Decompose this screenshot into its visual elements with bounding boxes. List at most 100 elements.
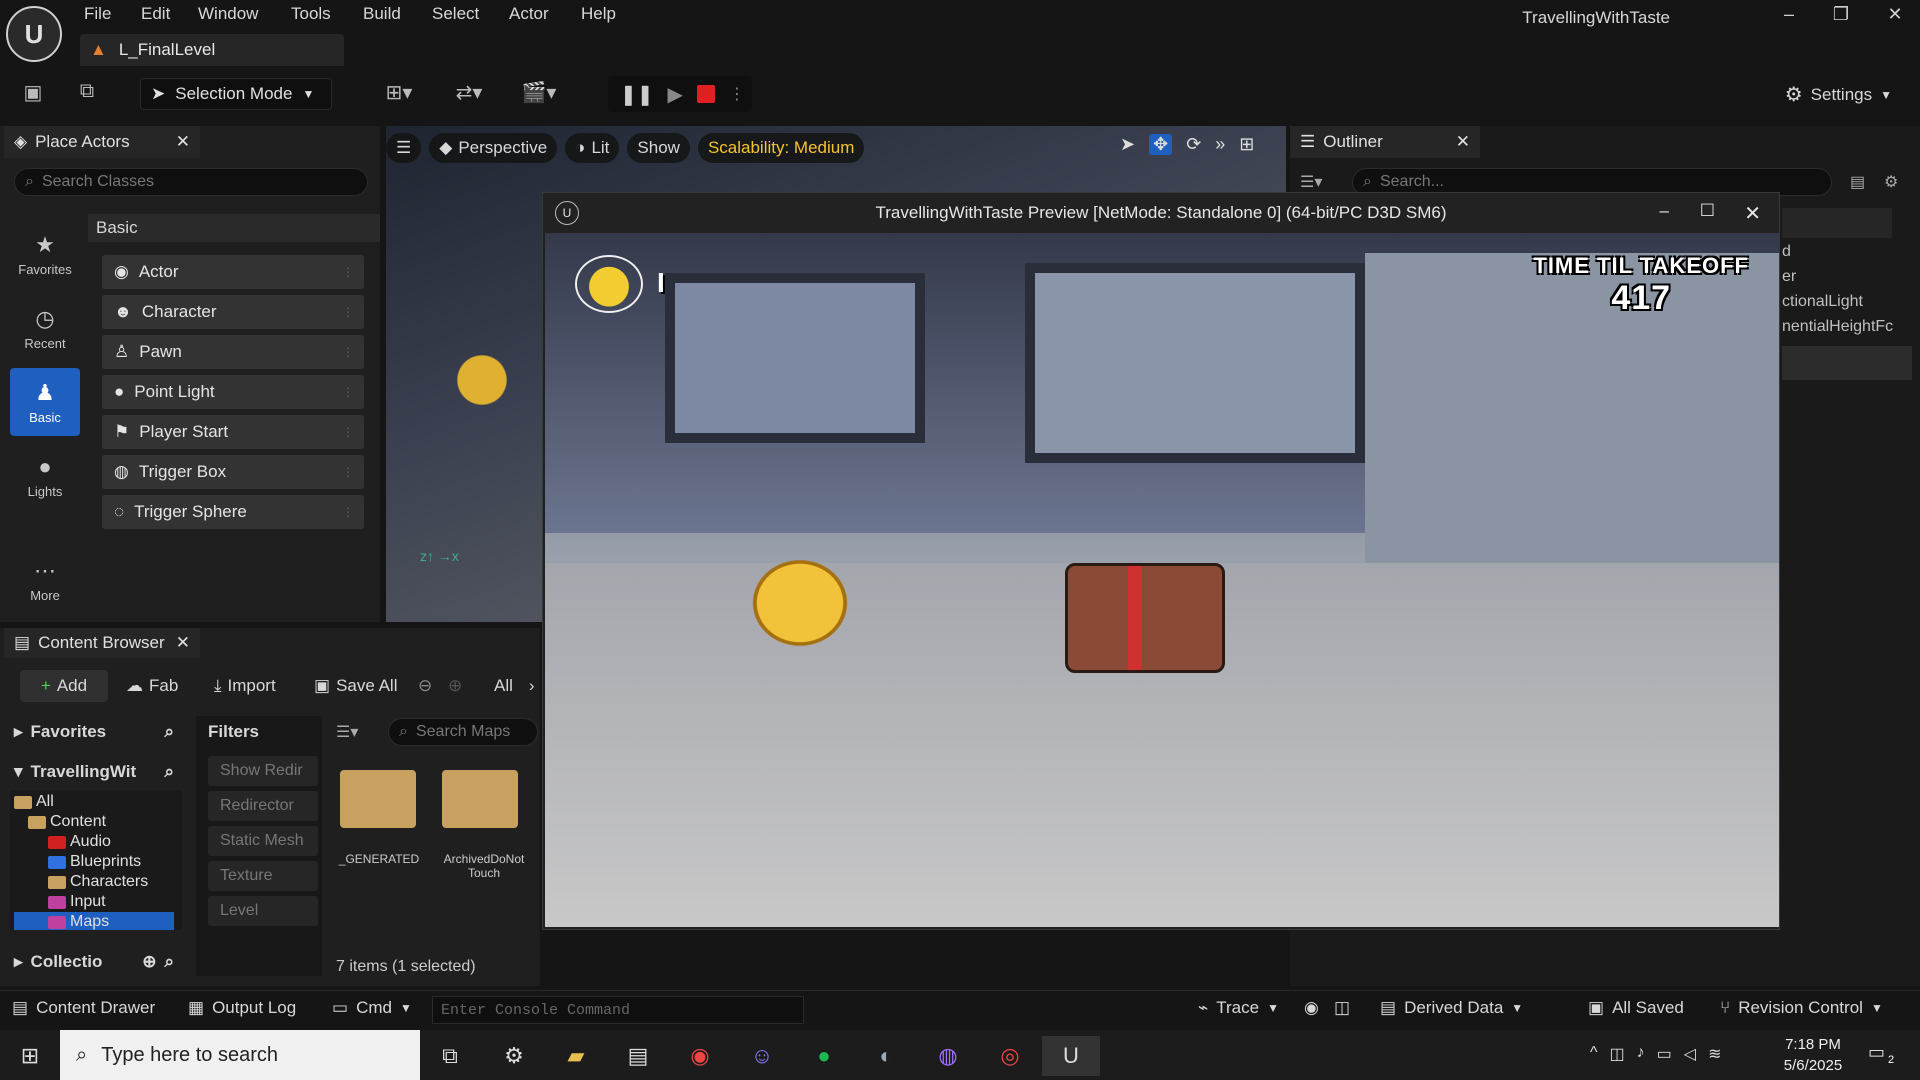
- fab-button[interactable]: ☁ Fab: [126, 670, 178, 702]
- select-tool-icon[interactable]: ➤: [1120, 134, 1135, 155]
- menu-select[interactable]: Select: [432, 4, 479, 24]
- derived-data-dropdown[interactable]: ▤ Derived Data ▼: [1380, 998, 1523, 1018]
- tree-item-blueprints[interactable]: Blueprints: [48, 852, 182, 872]
- tree-item-maps[interactable]: Maps: [14, 912, 174, 930]
- menu-edit[interactable]: Edit: [141, 4, 170, 24]
- add-folder-icon[interactable]: ▤: [1850, 172, 1865, 192]
- search-icon[interactable]: ⌕: [164, 722, 174, 742]
- steam-icon[interactable]: ◐: [860, 1036, 912, 1076]
- filter-item[interactable]: Show Redir: [208, 756, 318, 786]
- search-icon[interactable]: ⌕: [164, 762, 174, 782]
- tree-item-characters[interactable]: Characters: [48, 872, 182, 892]
- filter-item[interactable]: Redirector: [208, 791, 318, 821]
- import-button[interactable]: ⤓ Import: [214, 670, 276, 702]
- screenshot-icon[interactable]: ◫: [1334, 998, 1350, 1018]
- perspective-button[interactable]: ◆ Perspective: [429, 133, 558, 163]
- collections-section[interactable]: ▸ Collectio ⊕ ⌕: [14, 952, 174, 972]
- github-icon[interactable]: ◍: [922, 1036, 974, 1076]
- search-classes-input[interactable]: ⌕ Search Classes: [14, 168, 368, 196]
- place-actors-tab[interactable]: ◈ Place Actors ✕: [4, 126, 200, 158]
- actor-item[interactable]: ● Point Light ⋮: [102, 375, 364, 409]
- category-favorites[interactable]: ★ Favorites: [10, 220, 80, 288]
- minimize-icon[interactable]: –: [1660, 201, 1669, 221]
- asset-folder-icon[interactable]: [340, 770, 416, 828]
- add-actor-icon[interactable]: ⊞▾: [374, 80, 424, 108]
- close-icon[interactable]: ✕: [1744, 201, 1761, 226]
- category-basic[interactable]: ♟ Basic: [10, 368, 80, 436]
- project-section[interactable]: ▾ TravellingWit ⌕: [14, 762, 174, 782]
- browse-icon[interactable]: ⧉: [72, 80, 102, 108]
- level-tab[interactable]: ▲ L_FinalLevel: [80, 34, 344, 66]
- tree-item-all[interactable]: All: [14, 792, 172, 812]
- all-saved-status[interactable]: ▣ All Saved: [1588, 998, 1684, 1018]
- category-recent[interactable]: ◷ Recent: [10, 294, 80, 362]
- outliner-filter-button[interactable]: ☰▾: [1300, 172, 1322, 192]
- game-preview-window[interactable]: U TravellingWithTaste Preview [NetMode: …: [542, 192, 1780, 930]
- menu-help[interactable]: Help: [581, 4, 616, 24]
- path-breadcrumb[interactable]: All ›: [494, 670, 535, 702]
- actor-item[interactable]: ☻ Character ⋮: [102, 295, 364, 329]
- filter-item[interactable]: Level: [208, 896, 318, 926]
- actor-item[interactable]: ◉ Actor ⋮: [102, 255, 364, 289]
- cmd-dropdown[interactable]: ▭ Cmd ▼: [332, 998, 412, 1018]
- outliner-tab[interactable]: ☰ Outliner ✕: [1290, 126, 1480, 158]
- menu-window[interactable]: Window: [198, 4, 258, 24]
- menu-build[interactable]: Build: [363, 4, 401, 24]
- search-maps-input[interactable]: ⌕ Search Maps: [388, 718, 538, 746]
- content-browser-tab[interactable]: ▤ Content Browser ✕: [4, 628, 200, 658]
- pause-icon[interactable]: ❚❚: [620, 82, 654, 107]
- add-circle-icon[interactable]: ⊕: [142, 952, 156, 972]
- cinematics-icon[interactable]: 🎬▾: [514, 80, 564, 108]
- output-log-button[interactable]: ▦ Output Log: [188, 998, 296, 1018]
- save-icon[interactable]: ▣: [18, 80, 48, 108]
- minimize-icon[interactable]: –: [1774, 4, 1804, 25]
- actor-item[interactable]: ⚑ Player Start ⋮: [102, 415, 364, 449]
- favorites-section[interactable]: ▸ Favorites ⌕: [14, 722, 174, 742]
- game-scene[interactable]: I TIME TIL TAKEOFF 417: [545, 233, 1779, 927]
- add-button[interactable]: + Add: [20, 670, 108, 702]
- filter-item[interactable]: Texture: [208, 861, 318, 891]
- actor-item[interactable]: ◍ Trigger Box ⋮: [102, 455, 364, 489]
- filter-item[interactable]: Static Mesh: [208, 826, 318, 856]
- layout-icon[interactable]: ⊞: [1239, 134, 1254, 155]
- selection-mode-dropdown[interactable]: ➤ Selection Mode ▼: [140, 78, 332, 110]
- menu-tools[interactable]: Tools: [291, 4, 331, 24]
- show-button[interactable]: Show: [627, 133, 690, 163]
- restore-icon[interactable]: ❐: [1826, 4, 1856, 25]
- outliner-row[interactable]: d: [1782, 243, 1791, 261]
- trace-dropdown[interactable]: ⌁ Trace ▼: [1198, 998, 1279, 1018]
- save-all-button[interactable]: ▣ Save All: [314, 670, 398, 702]
- lit-button[interactable]: ◑ Lit: [565, 133, 620, 163]
- close-icon[interactable]: ✕: [176, 633, 190, 653]
- maximize-icon[interactable]: ☐: [1700, 201, 1715, 221]
- record-app-icon[interactable]: ◎: [984, 1036, 1036, 1076]
- more-options-icon[interactable]: ⋮: [729, 84, 745, 104]
- outliner-selected-row[interactable]: [1782, 346, 1912, 380]
- spotify-icon[interactable]: ●: [798, 1036, 850, 1076]
- network-icon[interactable]: ◫: [1610, 1044, 1625, 1064]
- volume-icon[interactable]: ◁: [1684, 1044, 1696, 1064]
- search-icon[interactable]: ⌕: [164, 952, 174, 972]
- taskbar-search-input[interactable]: ⌕ Type here to search: [60, 1030, 420, 1080]
- battery-icon[interactable]: ▭: [1657, 1044, 1672, 1064]
- files-app-icon[interactable]: ▤: [612, 1036, 664, 1076]
- wifi-icon[interactable]: ≋: [1708, 1044, 1721, 1064]
- stop-icon[interactable]: [696, 85, 715, 103]
- asset-filter-button[interactable]: ☰▾: [336, 722, 358, 742]
- back-icon[interactable]: ⊖: [418, 670, 432, 702]
- settings-button[interactable]: ⚙ Settings ▼: [1785, 82, 1892, 107]
- chrome-icon[interactable]: ◉: [674, 1036, 726, 1076]
- tree-item-content[interactable]: Content: [28, 812, 182, 832]
- forward-icon[interactable]: ⊕: [448, 670, 462, 702]
- close-icon[interactable]: ✕: [176, 132, 190, 152]
- viewport-menu-icon[interactable]: ☰: [386, 133, 422, 163]
- discord-icon[interactable]: ☺: [736, 1036, 788, 1076]
- task-view-icon[interactable]: ⧉: [424, 1036, 476, 1076]
- outliner-row[interactable]: er: [1782, 268, 1796, 286]
- gear-icon[interactable]: ⚙: [1884, 172, 1898, 192]
- revision-control-dropdown[interactable]: ⑂ Revision Control ▼: [1720, 998, 1883, 1018]
- clock[interactable]: 7:18 PM 5/6/2025: [1770, 1034, 1856, 1076]
- tree-item-input[interactable]: Input: [48, 892, 182, 912]
- asset-folder-icon[interactable]: [442, 770, 518, 828]
- move-tool-icon[interactable]: ✥: [1149, 134, 1173, 155]
